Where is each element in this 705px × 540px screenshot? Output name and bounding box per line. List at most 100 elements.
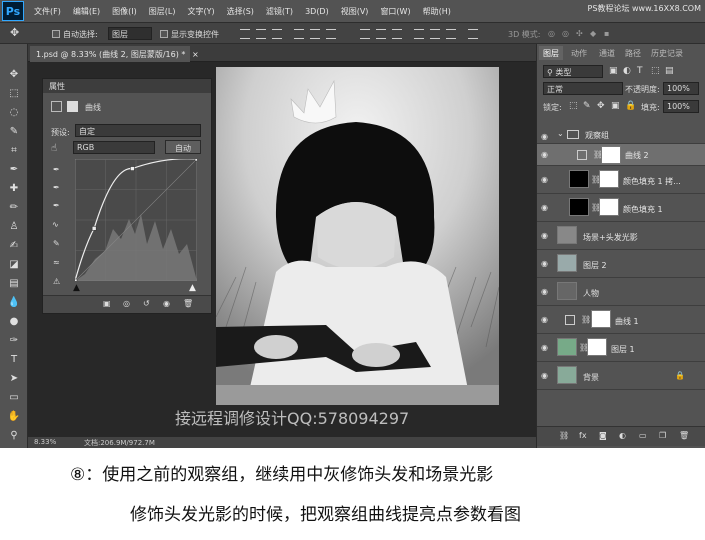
lock-artboard-icon[interactable]: ▣ bbox=[611, 101, 620, 111]
auto-select-dropdown[interactable]: 图层 bbox=[108, 27, 152, 40]
mask-thumbnail[interactable] bbox=[601, 146, 621, 164]
canvas-photo[interactable] bbox=[216, 67, 499, 405]
lock-all-icon[interactable]: 🔒 bbox=[625, 101, 636, 111]
menu-help[interactable]: 帮助(H) bbox=[417, 6, 457, 17]
eye-icon[interactable]: ◉ bbox=[541, 343, 550, 352]
curve-point-0[interactable] bbox=[75, 278, 78, 281]
type-icon[interactable]: T bbox=[6, 353, 22, 367]
crop-icon[interactable]: ⌗ bbox=[6, 144, 22, 158]
preset-dropdown[interactable]: 自定 bbox=[75, 124, 201, 137]
hand-icon[interactable]: ✋ bbox=[6, 410, 22, 424]
link-layers-icon[interactable]: ⛓ bbox=[559, 431, 569, 440]
eye-icon[interactable]: ◉ bbox=[541, 175, 550, 184]
dodge-icon[interactable]: ● bbox=[6, 315, 22, 329]
blur-icon[interactable]: 💧 bbox=[6, 296, 22, 310]
auto-align-icon[interactable] bbox=[468, 29, 478, 39]
layer-row-curves2[interactable]: ◉ ⛓ 曲线 2 bbox=[537, 144, 705, 166]
curves-adjustment-icon[interactable] bbox=[51, 101, 62, 112]
layer-row-curves1[interactable]: ◉ ⛓ 曲线 1 bbox=[537, 306, 705, 334]
layer-row-person[interactable]: ◉ 人物 bbox=[537, 278, 705, 306]
menu-view[interactable]: 视图(V) bbox=[335, 6, 375, 17]
align-right-icon[interactable] bbox=[326, 29, 336, 39]
tab-history[interactable]: 历史记录 bbox=[647, 46, 687, 60]
distribute-hcenter-icon[interactable] bbox=[430, 29, 440, 39]
close-icon[interactable]: × bbox=[192, 50, 199, 59]
blend-mode-dropdown[interactable]: 正常 bbox=[543, 82, 623, 95]
menu-select[interactable]: 选择(S) bbox=[221, 6, 260, 17]
auto-select-checkbox[interactable] bbox=[52, 30, 60, 38]
mask-thumbnail[interactable] bbox=[587, 338, 607, 356]
layer-thumbnail[interactable] bbox=[557, 338, 577, 356]
menu-3d[interactable]: 3D(D) bbox=[299, 7, 335, 16]
zoom-level[interactable]: 8.33% bbox=[34, 438, 56, 446]
layer-row-layer1[interactable]: ◉ ⛓ 图层 1 bbox=[537, 334, 705, 362]
menu-edit[interactable]: 编辑(E) bbox=[67, 6, 106, 17]
fill-thumbnail[interactable] bbox=[569, 170, 589, 188]
curve-point-1[interactable] bbox=[91, 226, 97, 231]
align-top-icon[interactable] bbox=[240, 29, 250, 39]
eraser-icon[interactable]: ◪ bbox=[6, 258, 22, 272]
menu-window[interactable]: 窗口(W) bbox=[374, 6, 416, 17]
tab-channels[interactable]: 通道 bbox=[595, 46, 619, 60]
black-point-slider[interactable]: ▲ bbox=[73, 283, 80, 293]
layer-row-layer2[interactable]: ◉ 图层 2 bbox=[537, 250, 705, 278]
curve-graph[interactable] bbox=[75, 159, 197, 281]
fill-thumbnail[interactable] bbox=[569, 198, 589, 216]
tab-actions[interactable]: 动作 bbox=[567, 46, 591, 60]
layer-row-fill-copy[interactable]: ◉ ⛓ 颜色填充 1 拷... bbox=[537, 166, 705, 194]
show-transform-checkbox[interactable] bbox=[160, 30, 168, 38]
stamp-icon[interactable]: ♙ bbox=[6, 220, 22, 234]
eyedropper-gray-icon[interactable]: ✒ bbox=[53, 183, 60, 192]
add-mask-icon[interactable]: ◙ bbox=[599, 431, 607, 440]
white-point-slider[interactable]: ▲ bbox=[189, 283, 196, 293]
align-vcenter-icon[interactable] bbox=[256, 29, 266, 39]
lock-brush-icon[interactable]: ✎ bbox=[583, 101, 591, 111]
link-icon[interactable]: ⛓ bbox=[581, 315, 591, 324]
distribute-vcenter-icon[interactable] bbox=[376, 29, 386, 39]
3d-scale-icon[interactable]: ▪ bbox=[604, 29, 609, 38]
curve-point-3[interactable] bbox=[194, 159, 197, 162]
kind-filter-dropdown[interactable]: ⚲ 类型 bbox=[543, 65, 603, 78]
brush-icon[interactable]: ✏ bbox=[6, 201, 22, 215]
channel-dropdown[interactable]: RGB bbox=[73, 141, 155, 154]
filter-adjust-icon[interactable]: ◐ bbox=[623, 66, 631, 76]
distribute-left-icon[interactable] bbox=[414, 29, 424, 39]
clip-warning-icon[interactable]: ⚠ bbox=[53, 277, 60, 286]
filter-type-icon[interactable]: T bbox=[637, 66, 643, 76]
tab-paths[interactable]: 路径 bbox=[621, 46, 645, 60]
eye-icon[interactable]: ◉ bbox=[541, 132, 550, 141]
view-previous-icon[interactable]: ◎ bbox=[123, 299, 130, 308]
eye-icon[interactable]: ◉ bbox=[541, 287, 550, 296]
auto-button[interactable]: 自动 bbox=[165, 140, 201, 154]
mask-icon[interactable] bbox=[67, 101, 78, 112]
layer-row-scene-light[interactable]: ◉ 场景+头发光影 bbox=[537, 222, 705, 250]
quick-select-icon[interactable]: ✎ bbox=[6, 125, 22, 139]
menu-file[interactable]: 文件(F) bbox=[28, 6, 67, 17]
lock-move-icon[interactable]: ✥ bbox=[597, 101, 605, 111]
move-tool-icon[interactable]: ✥ bbox=[10, 26, 19, 39]
new-layer-icon[interactable]: ❐ bbox=[659, 431, 666, 440]
lock-pixels-icon[interactable]: ⬚ bbox=[569, 101, 578, 111]
fill-input[interactable]: 100% bbox=[663, 100, 699, 113]
mask-thumbnail[interactable] bbox=[599, 170, 619, 188]
history-brush-icon[interactable]: ✍ bbox=[6, 239, 22, 253]
layer-thumbnail[interactable] bbox=[557, 366, 577, 384]
menu-image[interactable]: 图像(I) bbox=[106, 6, 143, 17]
eyedropper-black-icon[interactable]: ✒ bbox=[53, 165, 60, 174]
clip-to-layer-icon[interactable]: ▣ bbox=[103, 299, 111, 308]
eye-icon[interactable]: ◉ bbox=[541, 371, 550, 380]
opacity-input[interactable]: 100% bbox=[663, 82, 699, 95]
tab-layers[interactable]: 图层 bbox=[539, 46, 563, 60]
3d-pan-icon[interactable]: ✣ bbox=[576, 29, 583, 38]
zoom-icon[interactable]: ⚲ bbox=[6, 429, 22, 443]
eye-icon[interactable]: ◉ bbox=[541, 259, 550, 268]
layer-row-fill[interactable]: ◉ ⛓ 颜色填充 1 bbox=[537, 194, 705, 222]
3d-roll-icon[interactable]: ◎ bbox=[562, 29, 569, 38]
pen-icon[interactable]: ✑ bbox=[6, 334, 22, 348]
filter-smart-icon[interactable]: ▤ bbox=[665, 66, 674, 76]
eyedropper-white-icon[interactable]: ✒ bbox=[53, 201, 60, 210]
layer-row-background[interactable]: ◉ 背景 🔒 bbox=[537, 362, 705, 390]
3d-rotate-icon[interactable]: ◎ bbox=[548, 29, 555, 38]
align-left-icon[interactable] bbox=[294, 29, 304, 39]
trash-icon[interactable]: 🗑 bbox=[183, 299, 193, 308]
